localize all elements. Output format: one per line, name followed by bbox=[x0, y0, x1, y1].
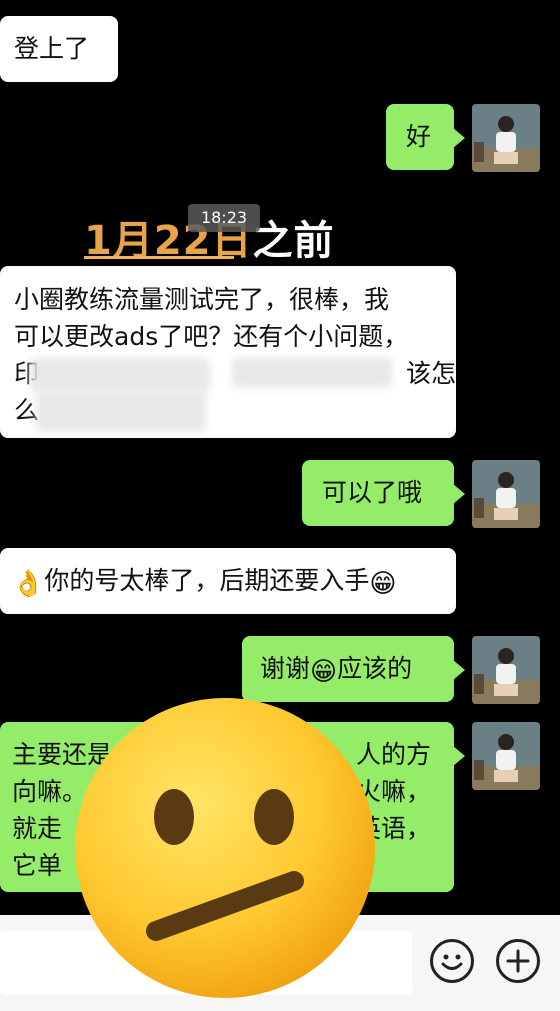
message-bubble-received[interactable]: 👌你的号太棒了，后期还要入手😁 bbox=[0, 548, 456, 614]
emoji-button[interactable] bbox=[430, 939, 474, 983]
grin-icon: 😁 bbox=[310, 657, 338, 687]
neutral-face-icon bbox=[75, 698, 375, 998]
date-underline bbox=[84, 256, 234, 259]
message-line: 可以更改ads了吧？还有个小问题， bbox=[14, 322, 409, 351]
redacted-blur bbox=[36, 392, 206, 432]
message-text: 谢谢 bbox=[260, 654, 311, 683]
message-bubble-sent[interactable]: 可以了哦 bbox=[302, 460, 465, 526]
message-text: 登上了 bbox=[14, 34, 90, 63]
message-bubble-sent[interactable]: 好 bbox=[386, 104, 465, 170]
redacted-blur bbox=[30, 358, 210, 392]
timestamp: 18:23 bbox=[188, 204, 260, 232]
message-text: 你的号太棒了，后期还要入手 bbox=[44, 566, 370, 595]
message-bubble-sent[interactable]: 谢谢😁应该的 bbox=[242, 636, 465, 702]
message-text: 可以了哦 bbox=[322, 478, 423, 507]
smile-icon bbox=[441, 954, 463, 970]
neutral-face-sticker bbox=[72, 695, 378, 1001]
grin-icon: 😁 bbox=[369, 569, 397, 599]
message-text: 应该的 bbox=[337, 654, 413, 683]
ok-hand-icon: 👌 bbox=[12, 569, 45, 599]
plus-button[interactable] bbox=[496, 939, 540, 983]
plus-icon bbox=[506, 949, 530, 973]
message-line: 小圈教练流量测试完了，很棒，我 bbox=[14, 285, 390, 314]
message-text: 好 bbox=[406, 122, 432, 151]
avatar[interactable] bbox=[472, 636, 540, 704]
avatar[interactable] bbox=[472, 104, 540, 172]
avatar[interactable] bbox=[472, 460, 540, 528]
redacted-blur bbox=[232, 358, 392, 388]
avatar[interactable] bbox=[472, 722, 540, 790]
message-bubble-received[interactable]: 登上了 bbox=[0, 16, 118, 82]
date-suffix: 之前 bbox=[252, 218, 335, 264]
